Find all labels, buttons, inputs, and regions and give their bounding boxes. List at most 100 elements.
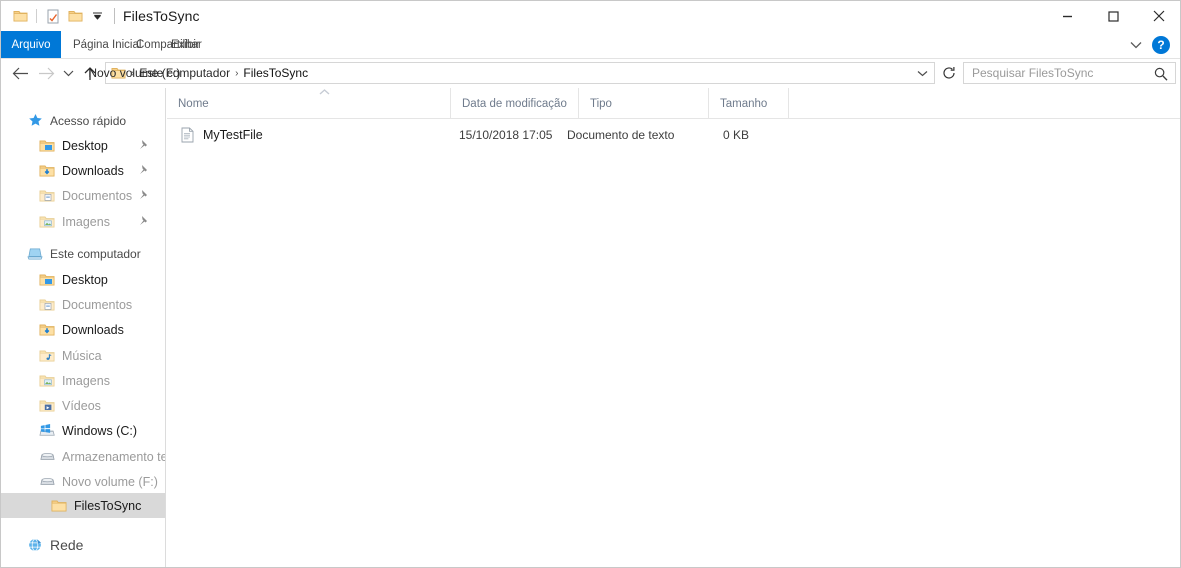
sidebar-item-label: Desktop xyxy=(62,272,108,287)
sidebar-item-documentos[interactable]: Documentos xyxy=(1,292,165,317)
folder-downloads-icon xyxy=(39,163,55,179)
column-header-label: Tipo xyxy=(590,97,612,110)
folder-documents-icon xyxy=(39,188,55,204)
search-input[interactable]: Pesquisar FilesToSync xyxy=(963,62,1176,84)
sidebar-item-desktop[interactable]: Desktop xyxy=(1,267,165,292)
pin-icon[interactable] xyxy=(139,189,150,200)
sidebar-item-downloads-qa[interactable]: Downloads xyxy=(1,158,165,183)
file-date-cell: 15/10/2018 17:05 xyxy=(459,128,553,142)
folder-pictures-icon xyxy=(39,373,55,389)
column-header-row: Nome Data de modificação Tipo Tamanho xyxy=(167,88,1180,119)
column-header-nome[interactable]: Nome xyxy=(167,88,451,119)
table-row[interactable]: MyTestFile 15/10/2018 17:05 Documento de… xyxy=(167,124,1180,146)
sidebar-item-label: Downloads xyxy=(62,322,124,337)
refresh-button[interactable] xyxy=(939,62,959,84)
ribbon-right-controls: ? xyxy=(1130,31,1176,59)
sidebar-header-label: Acesso rápido xyxy=(50,113,127,128)
quick-access-toolbar: FilesToSync xyxy=(1,1,200,31)
sidebar-item-label: Vídeos xyxy=(62,398,101,413)
sidebar-item-label: Downloads xyxy=(62,163,124,178)
tab-pagina-inicial[interactable]: Página Inicial xyxy=(73,31,141,59)
sort-ascending-icon xyxy=(319,89,330,95)
sidebar-item-imagens[interactable]: Imagens xyxy=(1,368,165,393)
quick-access-chevron-down-icon[interactable] xyxy=(86,5,108,27)
drive-icon xyxy=(39,449,55,465)
breadcrumb-segment-computer[interactable]: Este computador Novo volume (F:) xyxy=(88,66,230,80)
pin-icon[interactable] xyxy=(139,139,150,150)
sidebar-item-imagens-qa[interactable]: Imagens xyxy=(1,209,165,234)
breadcrumb-chevron-down-icon[interactable] xyxy=(917,70,928,77)
maximize-button[interactable] xyxy=(1090,1,1136,31)
sidebar-item-musica[interactable]: Música xyxy=(1,343,165,368)
drive-windows-icon xyxy=(39,423,55,439)
sidebar-header-rede[interactable]: Rede xyxy=(1,531,165,559)
network-icon xyxy=(27,537,43,553)
sidebar-item-label: Armazenamento temporário xyxy=(62,449,165,464)
sidebar-item-videos[interactable]: Vídeos xyxy=(1,393,165,418)
sidebar-item-label: Documentos xyxy=(62,188,133,203)
file-size-cell: 0 KB xyxy=(723,128,750,142)
star-icon xyxy=(27,113,43,129)
forward-button[interactable] xyxy=(33,61,59,85)
ribbon-collapse-chevron-down-icon[interactable] xyxy=(1130,41,1142,49)
search-icon[interactable] xyxy=(1154,67,1168,81)
window-title: FilesToSync xyxy=(123,8,200,24)
pin-icon[interactable] xyxy=(139,164,150,175)
folder-icon[interactable] xyxy=(9,5,31,27)
folder-icon xyxy=(51,498,67,514)
sidebar-header-este-computador[interactable]: Este computador xyxy=(1,241,165,266)
sidebar-item-label: Windows (C:) xyxy=(62,423,138,438)
sidebar-item-downloads[interactable]: Downloads xyxy=(1,317,165,342)
minimize-button[interactable] xyxy=(1044,1,1090,31)
tab-exibir[interactable]: Exibir xyxy=(171,31,200,59)
column-header-label: Data de modificação xyxy=(462,97,567,110)
sidebar-header-label: Rede xyxy=(50,537,84,553)
computer-icon xyxy=(27,246,43,262)
sidebar-item-armazenamento-temporario[interactable]: Armazenamento temporário xyxy=(1,444,165,469)
title-bar: FilesToSync xyxy=(1,1,1180,31)
column-header-label: Nome xyxy=(178,97,209,110)
breadcrumb[interactable]: › Este computador Novo volume (F:) › Fil… xyxy=(88,62,935,84)
breadcrumb-segment-current[interactable]: FilesToSync xyxy=(243,66,308,80)
file-type-cell: Documento de texto xyxy=(567,128,675,142)
navigation-pane[interactable]: Acesso rápido Desktop Downloads Document… xyxy=(1,88,166,567)
title-separator xyxy=(114,8,115,24)
folder-videos-icon xyxy=(39,398,55,414)
column-header-tamanho[interactable]: Tamanho xyxy=(709,88,789,119)
file-name-label: MyTestFile xyxy=(203,128,263,142)
sidebar-item-documentos-qa[interactable]: Documentos xyxy=(1,183,165,208)
file-name-cell[interactable]: MyTestFile xyxy=(181,124,263,146)
sidebar-item-label: Novo volume (F:) xyxy=(62,474,158,489)
sidebar-header-label: Este computador xyxy=(50,246,141,261)
sidebar-item-novo-volume-f[interactable]: Novo volume (F:) xyxy=(1,469,165,494)
column-header-label: Tamanho xyxy=(720,97,768,110)
close-button[interactable] xyxy=(1136,1,1180,31)
breadcrumb-separator-1[interactable]: › xyxy=(235,68,238,79)
sidebar-item-label: Desktop xyxy=(62,138,108,153)
recent-locations-chevron-down-icon[interactable] xyxy=(59,61,77,85)
properties-icon[interactable] xyxy=(42,5,64,27)
column-header-data-de-modificacao[interactable]: Data de modificação xyxy=(451,88,579,119)
folder-pictures-icon xyxy=(39,214,55,230)
sidebar-item-filestosync[interactable]: FilesToSync xyxy=(1,493,165,518)
folder-documents-icon xyxy=(39,297,55,313)
tab-arquivo[interactable]: Arquivo xyxy=(1,31,61,59)
new-folder-icon[interactable] xyxy=(64,5,86,27)
back-button[interactable] xyxy=(7,61,33,85)
sidebar-item-label: Imagens xyxy=(62,214,110,229)
toolbar-separator xyxy=(36,9,37,23)
help-button[interactable]: ? xyxy=(1152,36,1170,54)
pin-icon[interactable] xyxy=(139,215,150,226)
sidebar-item-desktop-qa[interactable]: Desktop xyxy=(1,133,165,158)
folder-desktop-icon xyxy=(39,272,55,288)
sidebar-header-acesso-rapido[interactable]: Acesso rápido xyxy=(1,108,165,133)
sidebar-item-label: Música xyxy=(62,348,102,363)
sidebar-item-windows-c[interactable]: Windows (C:) xyxy=(1,418,165,443)
file-list-pane[interactable]: Nome Data de modificação Tipo Tamanho My… xyxy=(167,88,1180,567)
folder-downloads-icon xyxy=(39,322,55,338)
drive-icon xyxy=(39,474,55,490)
window-controls xyxy=(1044,1,1180,31)
folder-music-icon xyxy=(39,348,55,364)
column-header-tipo[interactable]: Tipo xyxy=(579,88,709,119)
folder-desktop-icon xyxy=(39,138,55,154)
